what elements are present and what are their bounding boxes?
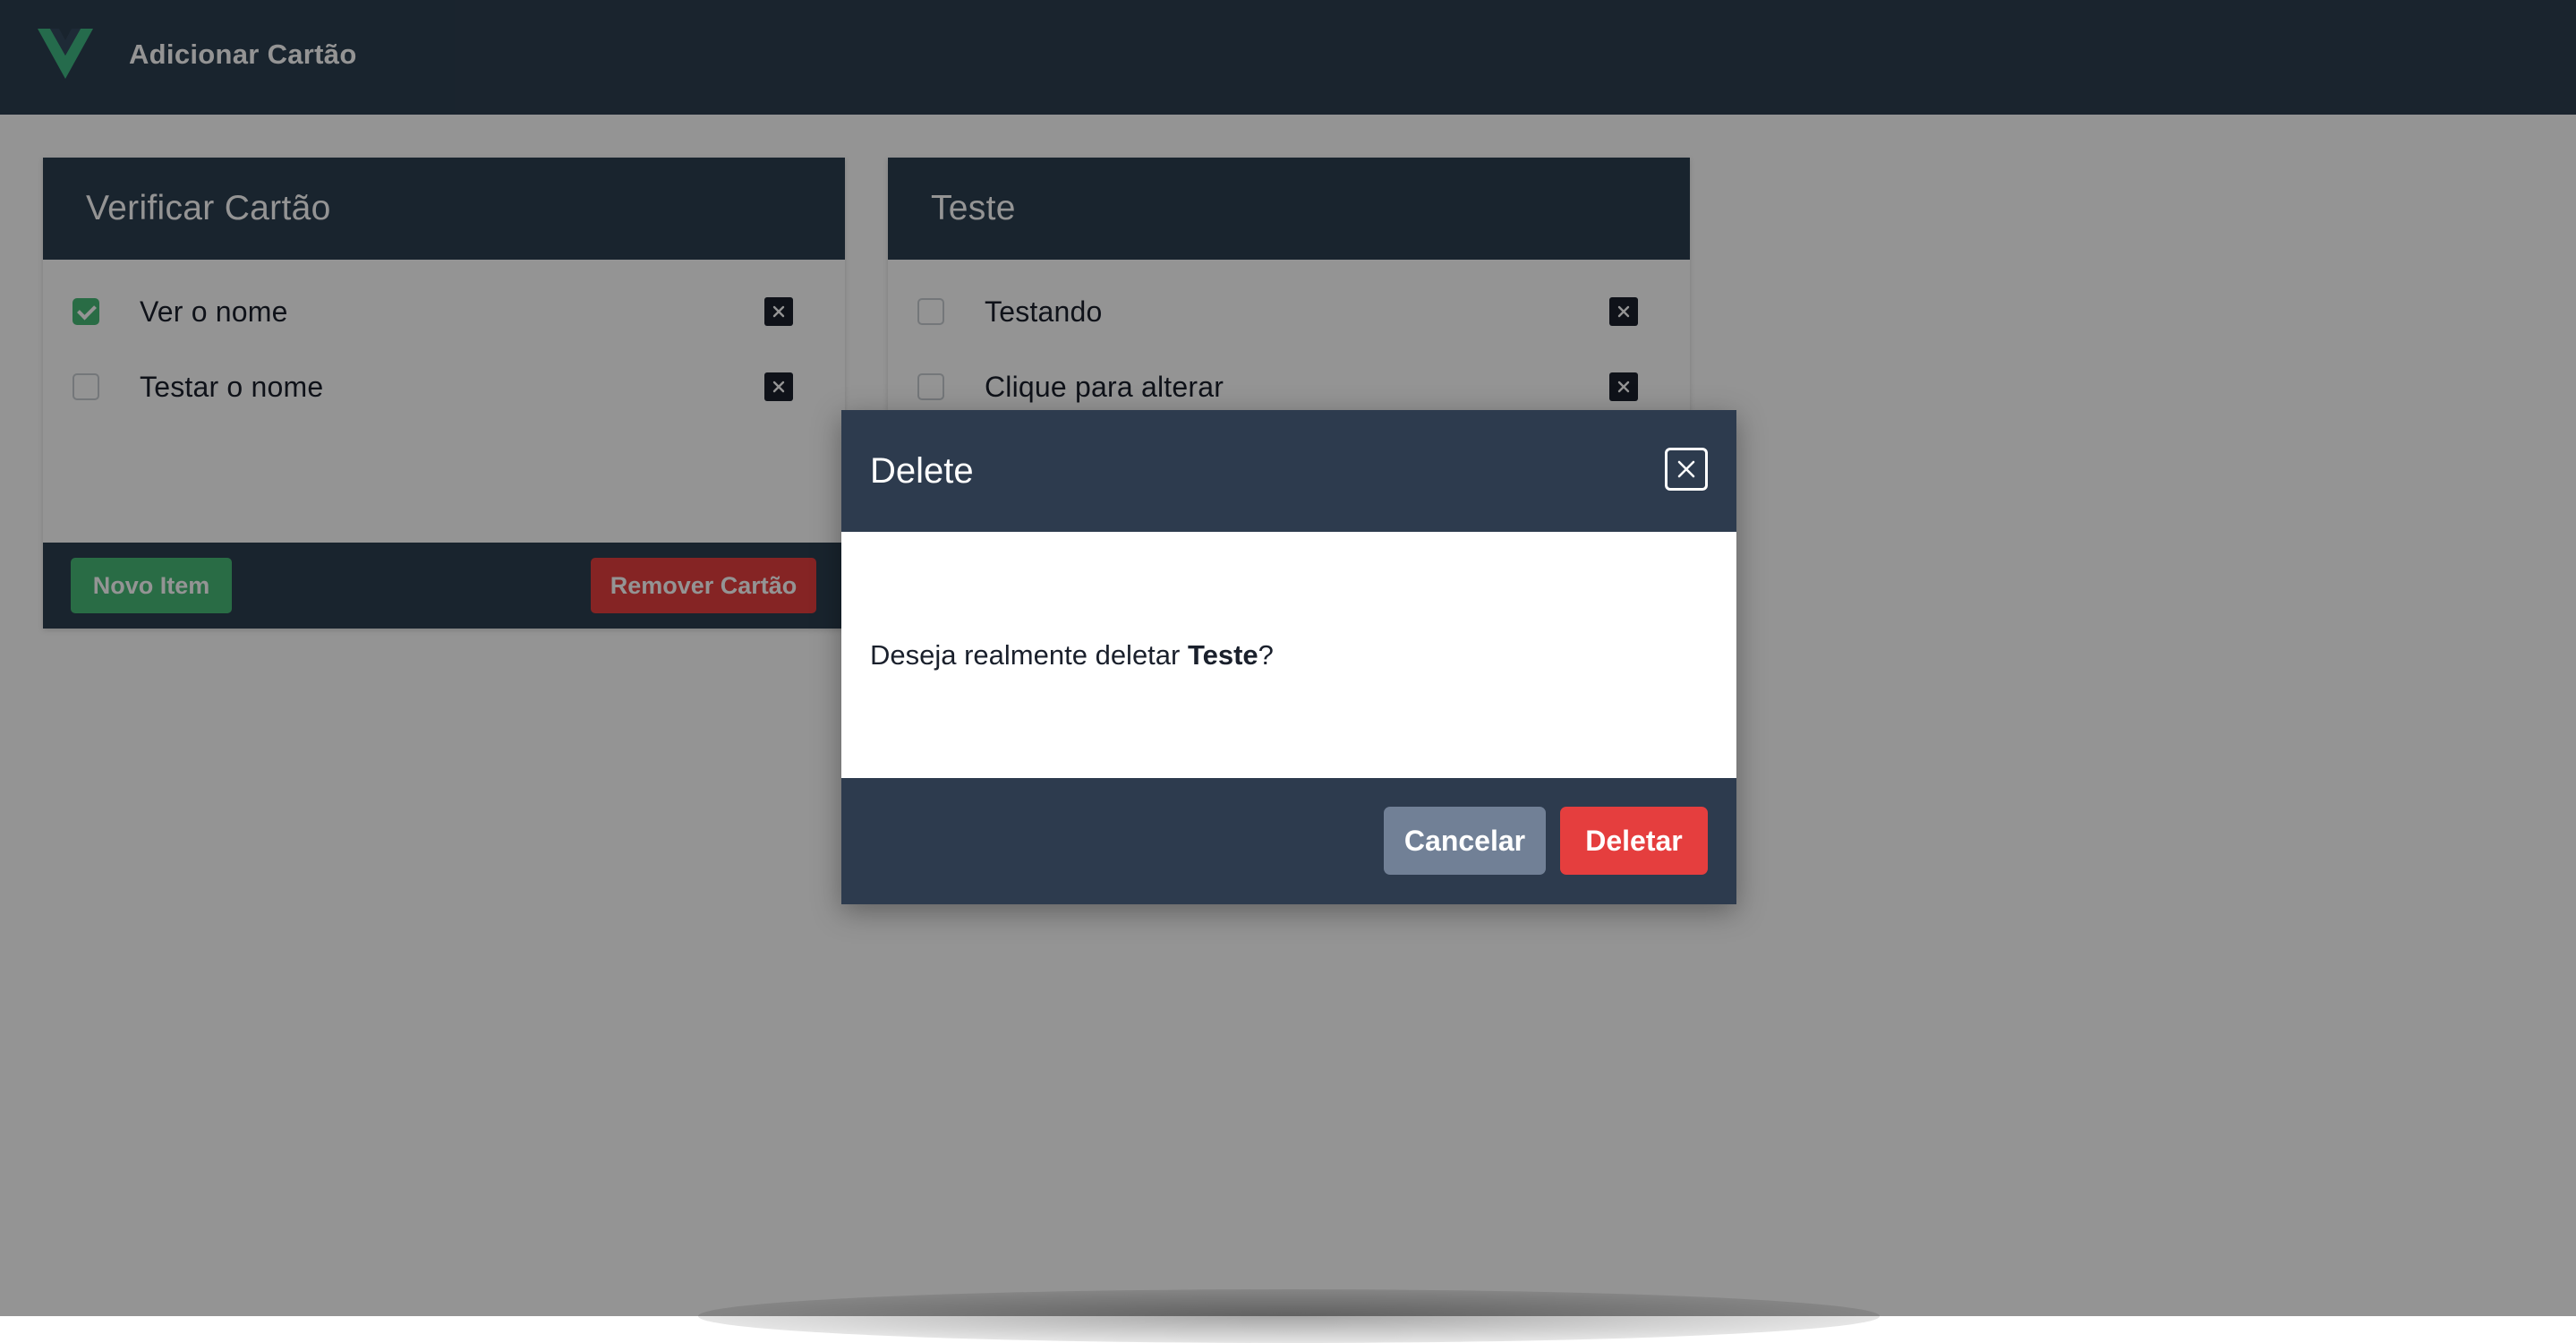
cancel-button[interactable]: Cancelar: [1384, 807, 1546, 875]
message-suffix: ?: [1258, 638, 1274, 671]
close-icon[interactable]: [1665, 448, 1708, 491]
backdrop-shadow: [698, 1289, 1880, 1343]
dialog-title: Delete: [870, 450, 974, 491]
dialog-message: Deseja realmente deletar Teste?: [841, 532, 1736, 778]
delete-button[interactable]: Deletar: [1560, 807, 1708, 875]
dialog-footer: Cancelar Deletar: [841, 778, 1736, 904]
message-prefix: Deseja realmente deletar: [870, 638, 1188, 671]
delete-dialog: Delete Deseja realmente deletar Teste? C…: [841, 410, 1736, 904]
dialog-header: Delete: [841, 410, 1736, 532]
message-target: Teste: [1187, 638, 1258, 671]
